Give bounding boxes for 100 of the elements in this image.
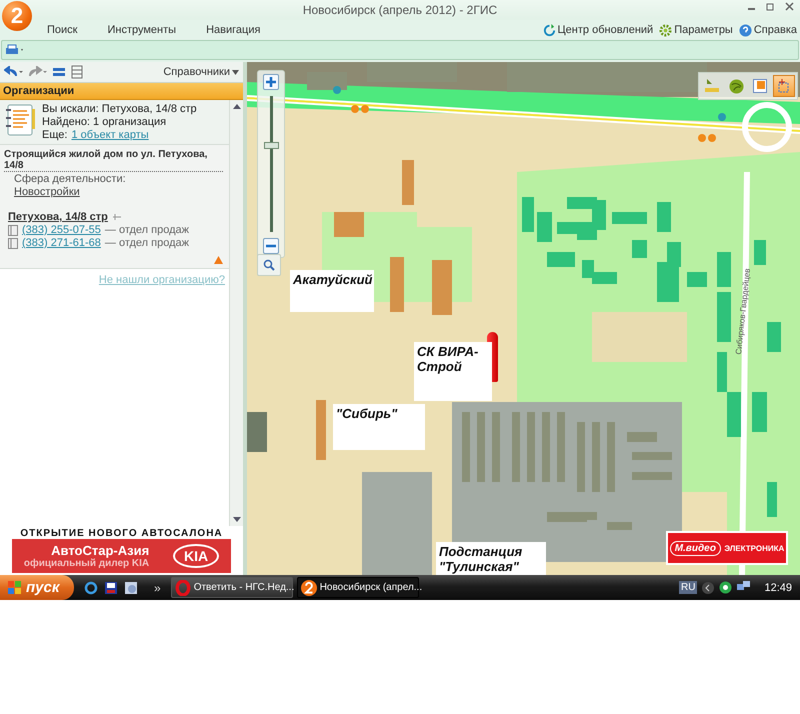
menu-link[interactable]: Центр обновлений (558, 24, 654, 36)
refresh-icon (542, 24, 556, 36)
building (592, 422, 600, 492)
more-label: Еще: (42, 129, 68, 141)
building (632, 452, 672, 460)
gear-icon (659, 24, 672, 36)
plus-icon (266, 77, 276, 87)
more-button[interactable]: » (148, 580, 167, 594)
zoom-in-button[interactable] (263, 74, 279, 90)
found-count-text: Найдено: 1 организация (42, 116, 168, 128)
building (607, 522, 632, 530)
building (307, 72, 347, 90)
activity-link[interactable]: Новостройки (14, 186, 80, 198)
search-query-text: Вы искали: Петухова, 14/8 стр (42, 103, 197, 115)
floppy-icon[interactable] (104, 580, 118, 594)
building (612, 212, 647, 224)
globe-icon (728, 78, 744, 94)
app-logo-icon (300, 580, 317, 596)
building (522, 197, 534, 232)
phone-note: — отдел продаж (104, 237, 189, 249)
magnifier-icon (263, 259, 275, 271)
map-tool-button[interactable] (773, 75, 795, 97)
ad-headline: ОТКРЫТИЕ НОВОГО АВТОСАЛОНА (20, 528, 223, 539)
scrollbar[interactable] (229, 100, 243, 526)
building (334, 212, 364, 237)
menu-item[interactable]: Навигация (206, 24, 260, 36)
chevron-icon[interactable] (702, 582, 714, 594)
scroll-down-icon[interactable] (232, 517, 240, 522)
address-link[interactable]: Петухова, 14/8 стр (8, 211, 108, 223)
building (477, 412, 485, 482)
building (717, 352, 727, 392)
building (754, 240, 766, 265)
media-icon[interactable] (124, 580, 138, 594)
building (717, 252, 731, 287)
phone-link[interactable]: (383) 271-61-68 (22, 237, 101, 249)
building (492, 412, 500, 482)
clock: 12:49 (764, 582, 792, 594)
zoom-area-button[interactable] (257, 254, 281, 276)
building (390, 257, 404, 312)
window-title: Новосибирск (апрель 2012) - 2ГИС (302, 3, 498, 17)
printer-icon[interactable] (5, 44, 25, 56)
phone-note: — отдел продаж (104, 224, 189, 236)
building (717, 292, 731, 342)
building (402, 160, 414, 205)
app-logo: 2 (2, 1, 32, 31)
menu-link[interactable]: Параметры (674, 24, 733, 36)
forward-icon[interactable] (28, 66, 48, 78)
ring-logo-icon (174, 580, 191, 596)
phone-book-icon (8, 238, 18, 248)
building (687, 272, 707, 287)
map-label: Подстанция "Тулинская" (436, 542, 546, 575)
roundabout (742, 102, 792, 152)
notebook-icon (4, 103, 36, 137)
map-object-link[interactable]: 1 объект карты (71, 129, 149, 141)
building (462, 412, 470, 482)
browser-icon[interactable] (84, 580, 98, 594)
transit-stop-icon (718, 113, 726, 121)
building (547, 252, 575, 267)
menu-item[interactable]: Инструменты (107, 24, 176, 36)
phone-link[interactable]: (383) 255-07-55 (22, 224, 101, 236)
language-indicator[interactable]: RU (679, 581, 698, 594)
taskbar-button[interactable]: Новосибирск (апрел... (296, 577, 419, 598)
building (727, 392, 741, 437)
building (767, 322, 781, 352)
expand-icon[interactable] (52, 66, 66, 78)
help-icon (738, 24, 752, 36)
pin-icon (112, 213, 122, 221)
building (537, 212, 552, 242)
organization-name: Строящийся жилой дом по ул. Петухова, 14/8 (4, 149, 223, 172)
catalogs-dropdown[interactable]: Справочники (163, 66, 239, 78)
ad-banner[interactable]: АвтоСтар-Азия официальный дилер KIA KIA (12, 539, 231, 573)
scroll-up-icon[interactable] (232, 104, 240, 109)
building (316, 400, 326, 460)
ad-brand: АвтоСтар-Азия (51, 543, 150, 558)
collapse-icon[interactable] (70, 65, 84, 79)
zoom-thumb[interactable] (264, 142, 278, 150)
back-icon[interactable] (4, 66, 24, 78)
building (632, 472, 672, 480)
transit-stop-icon (333, 86, 341, 94)
building (557, 412, 565, 482)
map-label: "Сибирь" (333, 404, 425, 450)
menu-item[interactable]: Поиск (47, 24, 78, 36)
restore-icon[interactable] (766, 2, 775, 11)
map-label: Акатуйский (290, 270, 374, 312)
caret-icon (232, 70, 239, 75)
ruler-icon (704, 79, 720, 93)
ad-banner[interactable]: М.видео ЭЛЕКТРОНИКА (666, 531, 788, 565)
building (767, 482, 777, 517)
building (607, 422, 615, 492)
taskbar-button[interactable]: Ответить - НГС.Нед... (170, 577, 293, 598)
activity-label: Сфера деятельности: (14, 173, 127, 185)
menu-link[interactable]: Справка (754, 24, 797, 36)
warning-icon[interactable] (214, 256, 223, 264)
building (432, 260, 452, 315)
store-logo: М.видео (670, 540, 721, 556)
close-icon[interactable] (785, 2, 794, 11)
zoom-out-button[interactable] (263, 238, 279, 254)
tray-app-icon[interactable] (719, 581, 732, 594)
building (752, 392, 767, 432)
building (247, 412, 267, 452)
